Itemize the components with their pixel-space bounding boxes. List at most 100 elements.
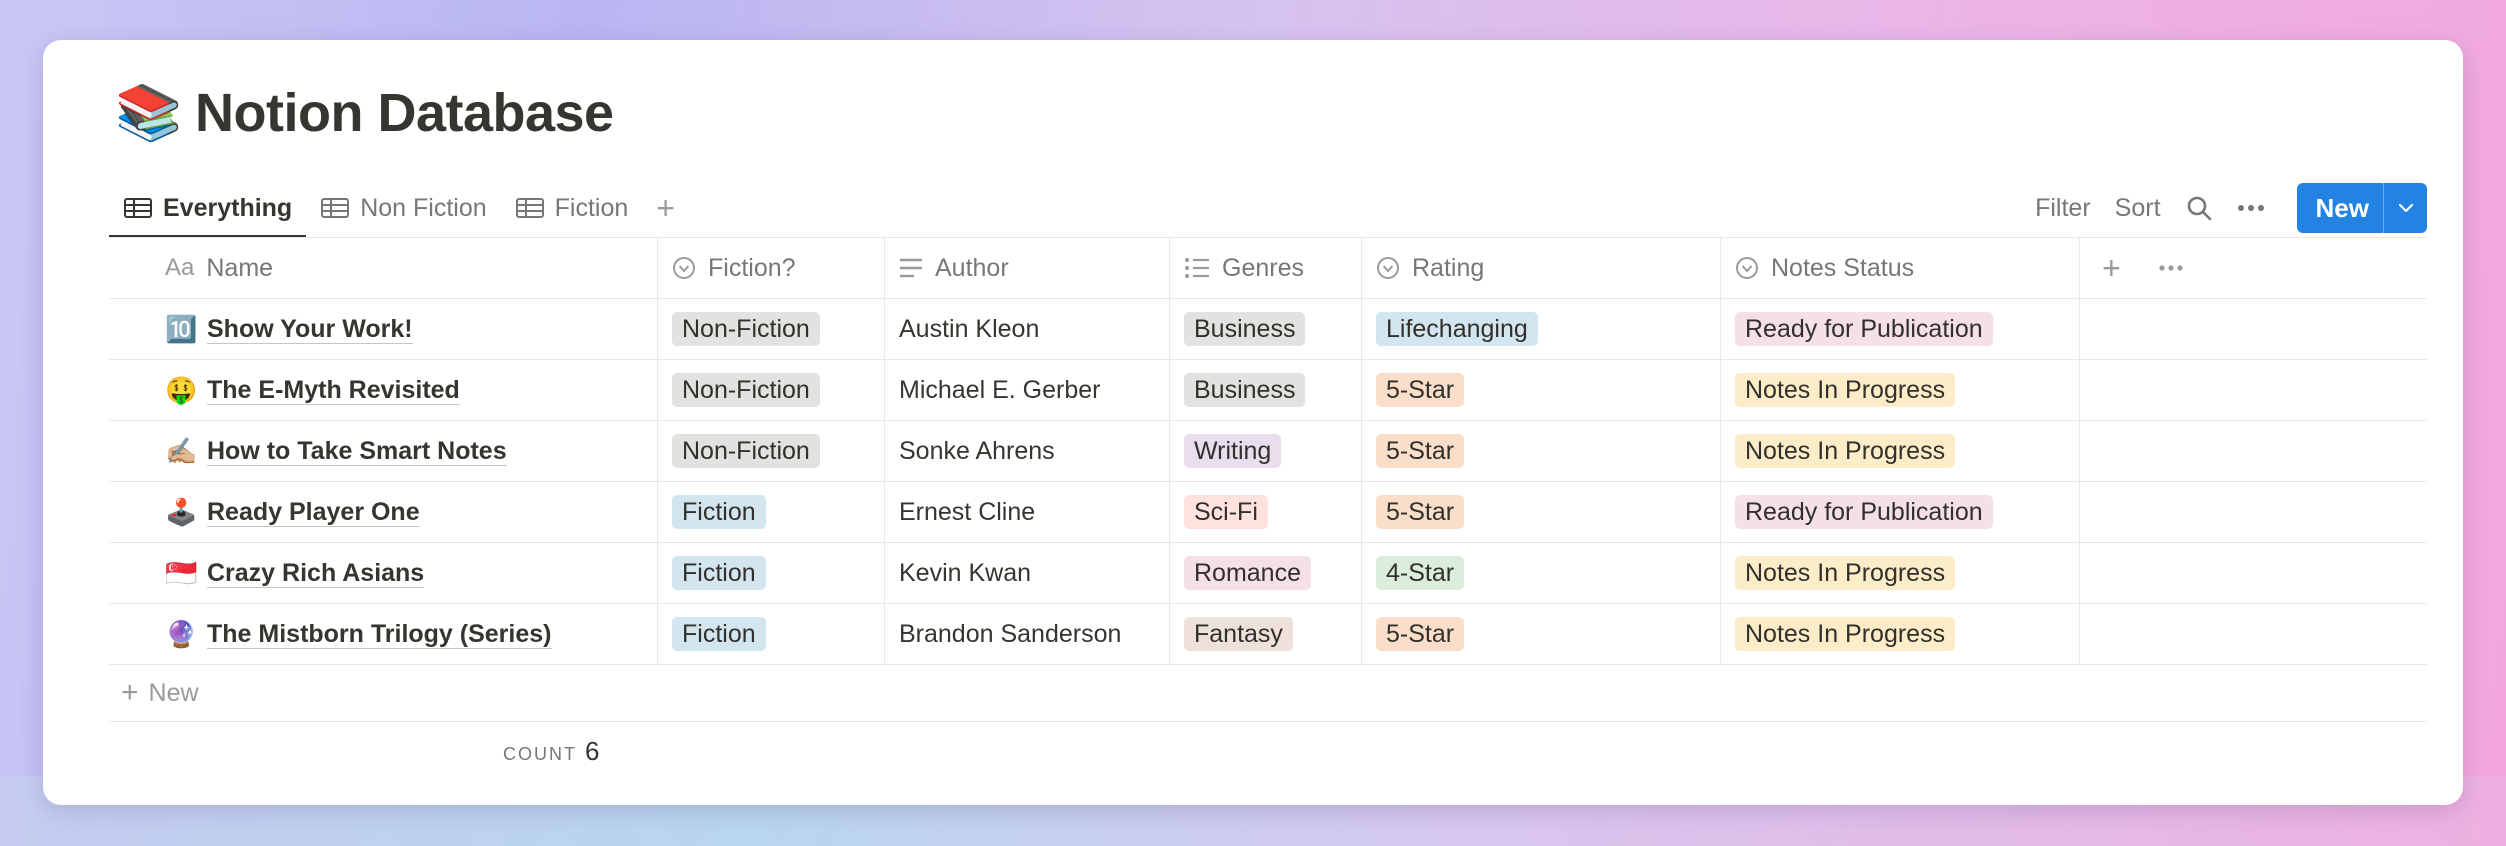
column-header-rating[interactable]: Rating xyxy=(1362,238,1721,298)
cell-author[interactable]: Michael E. Gerber xyxy=(885,360,1170,420)
more-icon[interactable] xyxy=(2159,264,2183,272)
cell-fiction[interactable]: Non-Fiction xyxy=(658,360,885,420)
search-icon[interactable] xyxy=(2173,194,2225,222)
cell-notes-status[interactable]: Notes In Progress xyxy=(1721,421,2080,481)
table-row[interactable]: ✍🏼 How to Take Smart Notes Non-Fiction Sonk… xyxy=(109,421,2427,482)
add-view-button[interactable]: + xyxy=(642,178,689,238)
cell-notes-status[interactable]: Notes In Progress xyxy=(1721,543,2080,603)
cell-rating[interactable]: Lifechanging xyxy=(1362,299,1721,359)
cell-genres[interactable]: Sci-Fi xyxy=(1170,482,1362,542)
cell-fiction[interactable]: Non-Fiction xyxy=(658,299,885,359)
cell-author[interactable]: Kevin Kwan xyxy=(885,543,1170,603)
cell-name[interactable]: 🇸🇬 Crazy Rich Asians xyxy=(109,543,658,603)
cell-genres[interactable]: Business xyxy=(1170,360,1362,420)
page-title-link[interactable]: Crazy Rich Asians xyxy=(207,559,425,588)
books-icon[interactable]: 📚 xyxy=(115,86,183,140)
chevron-down-icon[interactable] xyxy=(2383,183,2427,233)
cell-genres[interactable]: Fantasy xyxy=(1170,604,1362,664)
cell-empty[interactable] xyxy=(2080,482,2427,542)
page-title-link[interactable]: How to Take Smart Notes xyxy=(207,437,507,466)
column-header-fiction[interactable]: Fiction? xyxy=(658,238,885,298)
cell-author[interactable]: Austin Kleon xyxy=(885,299,1170,359)
column-header-genres[interactable]: Genres xyxy=(1170,238,1362,298)
count-summary[interactable]: COUNT 6 xyxy=(503,736,599,767)
column-header-author[interactable]: Author xyxy=(885,238,1170,298)
page-emoji-icon: 🔮 xyxy=(165,618,198,649)
cell-rating[interactable]: 5-Star xyxy=(1362,360,1721,420)
cell-author[interactable]: Sonke Ahrens xyxy=(885,421,1170,481)
cell-rating[interactable]: 4-Star xyxy=(1362,543,1721,603)
more-icon[interactable] xyxy=(2225,203,2277,213)
tab-non-fiction[interactable]: Non Fiction xyxy=(306,178,500,238)
cell-empty[interactable] xyxy=(2080,299,2427,359)
table-row[interactable]: 🔮 The Mistborn Trilogy (Series) Fiction Bra… xyxy=(109,604,2427,665)
table-row[interactable]: 🔟 Show Your Work! Non-Fiction Austin Kleon B… xyxy=(109,299,2427,360)
view-tabs: Everything Non Fiction Fiction + xyxy=(109,178,689,238)
tag: Notes In Progress xyxy=(1735,434,1956,468)
cell-rating[interactable]: 5-Star xyxy=(1362,604,1721,664)
tag: 5-Star xyxy=(1376,495,1465,529)
cell-empty[interactable] xyxy=(2080,543,2427,603)
page-title-link[interactable]: The E-Myth Revisited xyxy=(207,376,460,405)
cell-genres[interactable]: Business xyxy=(1170,299,1362,359)
new-row-button[interactable]: + New xyxy=(109,665,2427,722)
table-row[interactable]: 🇸🇬 Crazy Rich Asians Fiction Kevin Kwan Roma… xyxy=(109,543,2427,604)
table-row[interactable]: 🤑 The E-Myth Revisited Non-Fiction Michael … xyxy=(109,360,2427,421)
cell-empty[interactable] xyxy=(2080,604,2427,664)
cell-notes-status[interactable]: Notes In Progress xyxy=(1721,604,2080,664)
tag: Notes In Progress xyxy=(1735,556,1956,590)
cell-fiction[interactable]: Non-Fiction xyxy=(658,421,885,481)
tag: Non-Fiction xyxy=(672,434,820,468)
filter-button[interactable]: Filter xyxy=(2023,194,2103,223)
column-label: Rating xyxy=(1412,253,1485,282)
cell-fiction[interactable]: Fiction xyxy=(658,482,885,542)
column-header-name[interactable]: Aa Name xyxy=(109,238,658,298)
add-property-icon[interactable]: + xyxy=(2102,250,2121,287)
cell-notes-status[interactable]: Ready for Publication xyxy=(1721,482,2080,542)
cell-author[interactable]: Brandon Sanderson xyxy=(885,604,1170,664)
new-button[interactable]: New xyxy=(2297,183,2383,233)
table-header: Aa Name Fiction? Author Genres Rating No… xyxy=(109,238,2427,299)
tag: Fiction xyxy=(672,495,766,529)
tab-everything[interactable]: Everything xyxy=(109,178,307,238)
page-title[interactable]: Notion Database xyxy=(195,82,614,144)
new-button-group: New xyxy=(2296,183,2427,233)
page-title-link[interactable]: Ready Player One xyxy=(207,498,420,527)
cell-name[interactable]: 🤑 The E-Myth Revisited xyxy=(109,360,658,420)
cell-fiction[interactable]: Fiction xyxy=(658,604,885,664)
sort-button[interactable]: Sort xyxy=(2103,194,2173,223)
cell-author[interactable]: Ernest Cline xyxy=(885,482,1170,542)
cell-genres[interactable]: Romance xyxy=(1170,543,1362,603)
tag: Writing xyxy=(1184,434,1282,468)
column-label: Fiction? xyxy=(708,253,796,282)
cell-name[interactable]: ✍🏼 How to Take Smart Notes xyxy=(109,421,658,481)
tag: Lifechanging xyxy=(1376,312,1538,346)
author-text: Kevin Kwan xyxy=(899,558,1032,587)
tab-fiction[interactable]: Fiction xyxy=(501,178,643,238)
cell-empty[interactable] xyxy=(2080,360,2427,420)
tag: Fiction xyxy=(672,556,766,590)
cell-notes-status[interactable]: Notes In Progress xyxy=(1721,360,2080,420)
table-row[interactable]: 🕹️ Ready Player One Fiction Ernest Cline Sci… xyxy=(109,482,2427,543)
plus-icon: + xyxy=(121,676,139,709)
tag: Sci-Fi xyxy=(1184,495,1268,529)
tag: Business xyxy=(1184,312,1306,346)
cell-empty[interactable] xyxy=(2080,421,2427,481)
tag: Ready for Publication xyxy=(1735,495,1993,529)
page-title-link[interactable]: Show Your Work! xyxy=(207,315,413,344)
cell-name[interactable]: 🔮 The Mistborn Trilogy (Series) xyxy=(109,604,658,664)
cell-name[interactable]: 🕹️ Ready Player One xyxy=(109,482,658,542)
cell-notes-status[interactable]: Ready for Publication xyxy=(1721,299,2080,359)
cell-genres[interactable]: Writing xyxy=(1170,421,1362,481)
select-icon xyxy=(672,256,696,280)
cell-rating[interactable]: 5-Star xyxy=(1362,482,1721,542)
cell-rating[interactable]: 5-Star xyxy=(1362,421,1721,481)
cell-name[interactable]: 🔟 Show Your Work! xyxy=(109,299,658,359)
page-title-link[interactable]: The Mistborn Trilogy (Series) xyxy=(207,620,552,649)
view-actions: Filter Sort New xyxy=(2023,178,2427,238)
column-label: Genres xyxy=(1222,253,1304,282)
cell-fiction[interactable]: Fiction xyxy=(658,543,885,603)
tag: 5-Star xyxy=(1376,373,1465,407)
column-header-notes-status[interactable]: Notes Status xyxy=(1721,238,2080,298)
count-value: 6 xyxy=(585,736,600,766)
